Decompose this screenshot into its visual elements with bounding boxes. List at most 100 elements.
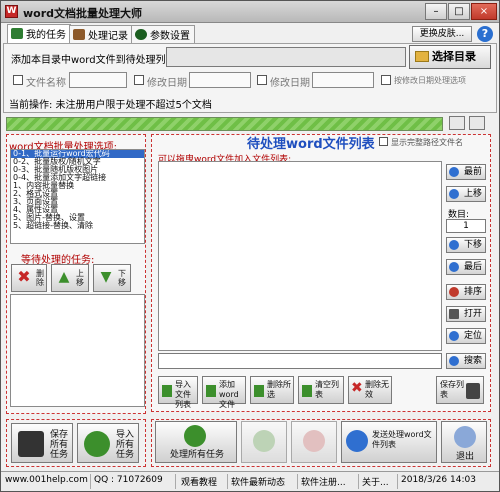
select-directory-button[interactable]: 选择目录 (409, 45, 491, 69)
move-down-button[interactable]: 下移 (446, 237, 486, 253)
import-all-tasks-button[interactable]: 导入所有任务 (77, 423, 139, 463)
date-filter-input-1[interactable] (189, 72, 251, 88)
delete-selected-label: 删除所选 (267, 380, 291, 399)
open-icon (449, 309, 459, 319)
delete-task-button[interactable]: ✖ 删除 (11, 264, 47, 292)
import-file-list-button[interactable]: 导入文件列表 (158, 376, 198, 409)
first-icon (449, 167, 459, 177)
date-option-checkbox[interactable] (381, 75, 391, 85)
move-first-button[interactable]: 最前 (446, 164, 486, 180)
add-word-file-button[interactable]: 添加word文件 (202, 376, 246, 409)
record-icon (73, 29, 85, 40)
send-file-list-button[interactable]: 发送处理word文件列表 (341, 421, 437, 463)
filename-filter-checkbox[interactable] (13, 75, 23, 85)
move-first-label: 最前 (463, 167, 482, 177)
move-task-up-button[interactable]: ▲ 上移 (51, 264, 89, 292)
options-list[interactable]: 0-1、批量运行word宏代码 0-2、批量版权/随机文字 0-3、批量随机版权… (10, 149, 145, 244)
register-link[interactable]: 软件注册... (301, 475, 346, 488)
status-bar: www.001help.com QQ : 71072609 观看教程 软件最新动… (1, 471, 499, 491)
save-list-button[interactable]: 保存列表 (436, 376, 484, 404)
count-input[interactable]: 1 (446, 219, 486, 233)
pause-icon (253, 430, 275, 452)
clear-list-label: 清空列表 (315, 380, 339, 399)
date-filter-input-2[interactable] (312, 72, 374, 88)
locate-icon (449, 331, 459, 341)
open-label: 打开 (463, 309, 482, 319)
help-icon[interactable]: ? (477, 26, 493, 42)
show-full-path-checkbox[interactable] (379, 137, 388, 146)
status-separator (297, 474, 298, 489)
save-small-icon[interactable] (449, 116, 465, 130)
pause-button[interactable] (241, 421, 287, 463)
add-file-icon (206, 385, 216, 397)
main-window: W word文档批量处理大师 – □ × 我的任务 处理记录 参数设置 更换皮肤… (0, 0, 500, 492)
add-dir-label: 添加本目录中word文件到待处理列表: (11, 55, 179, 66)
delete-invalid-label: 删除无效 (365, 380, 389, 399)
move-task-down-button[interactable]: ▼ 下移 (93, 264, 131, 292)
news-link[interactable]: 软件最新动态 (231, 475, 285, 488)
move-up-button[interactable]: 上移 (446, 186, 486, 202)
minimize-button[interactable]: – (425, 3, 447, 20)
qq-text: QQ : 71072609 (94, 475, 163, 485)
app-icon: W (5, 5, 18, 18)
folder-icon (415, 51, 429, 62)
sort-label: 排序 (463, 287, 482, 297)
status-separator (175, 474, 176, 489)
change-skin-button[interactable]: 更换皮肤... (412, 26, 472, 42)
play-icon (184, 425, 206, 447)
panel-small-icon[interactable] (469, 116, 485, 130)
clear-icon (302, 385, 312, 397)
tab-label: 我的任务 (26, 30, 66, 41)
status-separator (358, 474, 359, 489)
tab-label: 参数设置 (150, 31, 190, 42)
about-link[interactable]: 关于... (362, 475, 389, 488)
delete-invalid-button[interactable]: ✖ 删除无效 (348, 376, 392, 404)
maximize-button[interactable]: □ (448, 3, 470, 20)
filename-filter-input[interactable] (69, 72, 127, 88)
website-link[interactable]: www.001help.com (5, 475, 88, 485)
status-separator (397, 474, 398, 489)
directory-path-input[interactable] (166, 47, 406, 67)
delete-x-icon: ✖ (17, 267, 31, 286)
date-option-label: 按修改日期处理选项 (394, 76, 466, 85)
task-icon (11, 28, 23, 39)
date-filter-checkbox-1[interactable] (134, 75, 144, 85)
move-down-label: 下移 (463, 240, 482, 250)
delete-selected-button[interactable]: 删除所选 (250, 376, 294, 404)
stop-button[interactable] (291, 421, 337, 463)
word-file-list[interactable] (158, 161, 442, 351)
locate-button[interactable]: 定位 (446, 328, 486, 344)
move-last-button[interactable]: 最后 (446, 259, 486, 275)
tab-records[interactable]: 处理记录 (69, 25, 133, 43)
exit-label: 退出 (455, 452, 474, 462)
option-item[interactable]: 5、超链接-替换、清除 (11, 222, 144, 230)
select-directory-label: 选择目录 (432, 50, 476, 63)
save-all-label: 保存所有任务 (50, 430, 69, 460)
process-all-button[interactable]: 处理所有任务 (155, 421, 237, 463)
tab-label: 处理记录 (88, 31, 128, 42)
open-button[interactable]: 打开 (446, 306, 486, 322)
files-title: 待处理word文件列表 (247, 137, 375, 152)
exit-button[interactable]: 退出 (441, 421, 487, 463)
locate-label: 定位 (463, 331, 482, 341)
save-all-tasks-button[interactable]: 保存所有任务 (11, 423, 73, 463)
save-disk-icon (18, 431, 44, 457)
close-button[interactable]: × (471, 3, 497, 20)
tab-my-tasks[interactable]: 我的任务 (7, 24, 71, 44)
import-label: 导入文件列表 (175, 380, 191, 409)
sort-button[interactable]: 排序 (446, 284, 486, 300)
save-disk-icon (466, 383, 480, 399)
clear-list-button[interactable]: 清空列表 (298, 376, 344, 404)
pending-tasks-list[interactable] (10, 294, 145, 407)
file-search-input[interactable] (158, 353, 442, 369)
status-separator (90, 474, 91, 489)
datetime-text: 2018/3/26 14:03 (401, 475, 476, 485)
date-filter-checkbox-2[interactable] (257, 75, 267, 85)
send-icon (346, 430, 368, 452)
settings-icon (135, 29, 147, 40)
down-icon (449, 240, 459, 250)
exit-icon (454, 426, 476, 448)
tutorial-link[interactable]: 观看教程 (181, 475, 217, 488)
search-button[interactable]: 搜索 (446, 353, 486, 369)
tab-settings[interactable]: 参数设置 (131, 25, 195, 43)
